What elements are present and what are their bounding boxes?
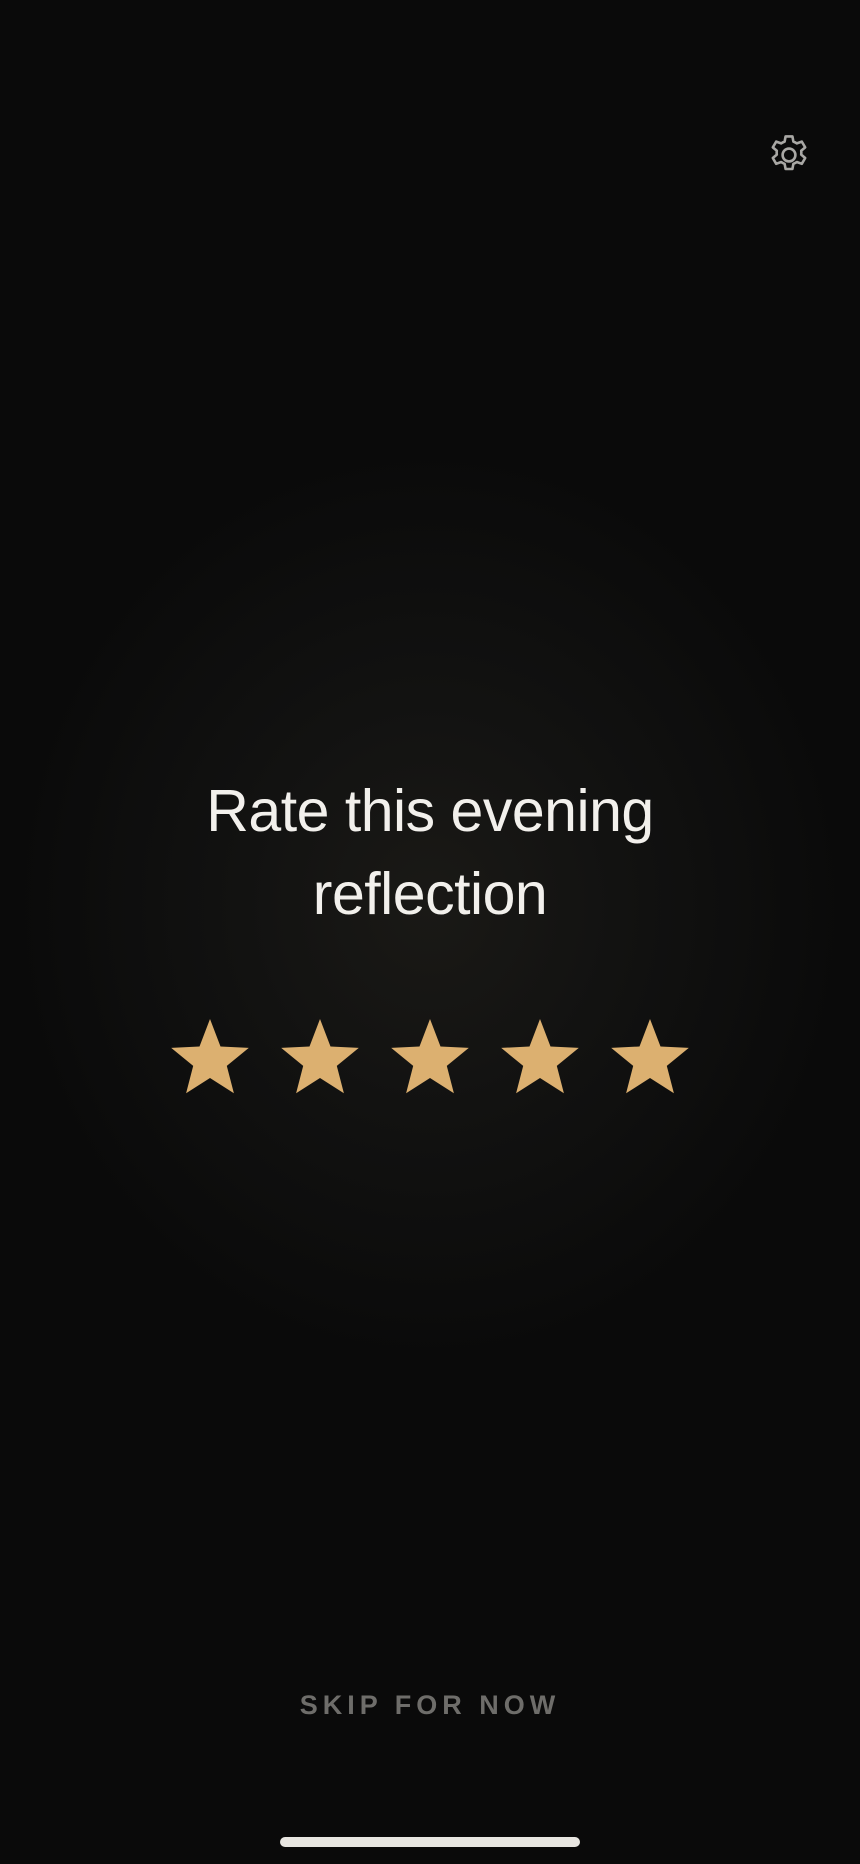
star-icon	[280, 1017, 360, 1097]
star-rating	[0, 1017, 860, 1097]
star-icon	[610, 1017, 690, 1097]
star-4-button[interactable]	[500, 1017, 580, 1097]
rating-screen: Rate this evening reflection SKIP FOR NO…	[0, 0, 860, 1864]
page-title: Rate this evening reflection	[0, 770, 860, 936]
title-line-1: Rate this evening	[206, 778, 654, 844]
settings-button[interactable]	[763, 131, 815, 183]
gear-icon	[765, 131, 813, 184]
star-2-button[interactable]	[280, 1017, 360, 1097]
title-line-2: reflection	[312, 861, 548, 927]
star-icon	[390, 1017, 470, 1097]
star-3-button[interactable]	[390, 1017, 470, 1097]
star-icon	[500, 1017, 580, 1097]
home-indicator[interactable]	[280, 1837, 580, 1847]
skip-for-now-button[interactable]: SKIP FOR NOW	[230, 1680, 630, 1730]
star-icon	[170, 1017, 250, 1097]
star-5-button[interactable]	[610, 1017, 690, 1097]
star-1-button[interactable]	[170, 1017, 250, 1097]
